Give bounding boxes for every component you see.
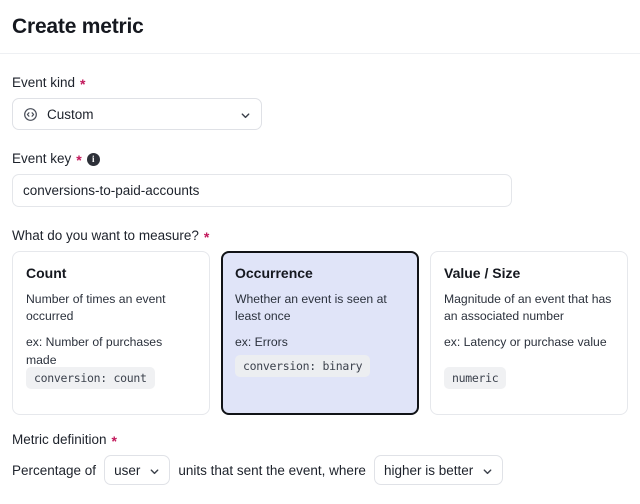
- measure-option-cards: Count Number of times an event occurred …: [12, 251, 628, 415]
- info-icon[interactable]: i: [86, 152, 100, 166]
- event-kind-value: Custom: [47, 106, 94, 122]
- event-key-input[interactable]: conversions-to-paid-accounts: [12, 174, 512, 207]
- card-chip: conversion: count: [26, 367, 155, 389]
- chevron-down-icon: [240, 109, 251, 120]
- metric-definition-label-text: Metric definition: [12, 432, 107, 448]
- analysis-unit-select[interactable]: user: [104, 455, 171, 485]
- form-body: Event kind * Custom Event key * i conver…: [0, 54, 640, 485]
- card-description: Whether an event is seen at least once: [235, 291, 387, 324]
- measure-required-mark: *: [203, 229, 210, 245]
- metric-definition-prefix: Percentage of: [12, 462, 97, 478]
- card-chip: conversion: binary: [235, 355, 371, 377]
- chevron-down-icon: [482, 465, 493, 476]
- card-chip: numeric: [444, 367, 507, 389]
- event-kind-label-text: Event kind: [12, 75, 76, 91]
- direction-value: higher is better: [383, 462, 474, 478]
- card-title: Occurrence: [235, 265, 313, 281]
- measure-card-occurrence[interactable]: Occurrence Whether an event is seen at l…: [221, 251, 419, 415]
- card-title: Count: [26, 265, 67, 281]
- measure-label-text: What do you want to measure?: [12, 228, 199, 244]
- measure-card-count[interactable]: Count Number of times an event occurred …: [12, 251, 210, 415]
- measure-label: What do you want to measure? *: [12, 228, 628, 245]
- metric-definition-required-mark: *: [111, 433, 117, 449]
- metric-definition-middle-text: units that sent the event, where: [178, 462, 366, 478]
- card-description: Magnitude of an event that has an associ…: [444, 291, 612, 324]
- event-key-value: conversions-to-paid-accounts: [23, 183, 200, 198]
- card-example: ex: Latency or purchase value: [444, 335, 607, 350]
- card-title: Value / Size: [444, 265, 521, 281]
- card-example: ex: Number of purchases made: [26, 335, 163, 367]
- event-key-label: Event key * i: [12, 151, 628, 168]
- page-title: Create metric: [12, 14, 144, 38]
- event-kind-required-mark: *: [80, 76, 86, 92]
- event-kind-label: Event kind *: [12, 75, 628, 92]
- event-key-required-mark: *: [76, 152, 82, 168]
- chevron-down-icon: [149, 465, 160, 476]
- measure-card-value-size[interactable]: Value / Size Magnitude of an event that …: [430, 251, 628, 415]
- code-circle-icon: [23, 107, 38, 122]
- create-metric-page: Create metric Event kind * Custom Event …: [0, 0, 640, 504]
- page-header: Create metric: [0, 0, 640, 54]
- event-key-label-text: Event key: [12, 151, 72, 167]
- metric-definition-row: Percentage of user units that sent the e…: [12, 455, 628, 485]
- direction-select[interactable]: higher is better: [373, 455, 504, 485]
- card-example: ex: Errors: [235, 335, 288, 350]
- metric-definition-label: Metric definition *: [12, 432, 628, 449]
- analysis-unit-value: user: [114, 462, 141, 478]
- card-description: Number of times an event occurred: [26, 291, 166, 324]
- event-kind-select[interactable]: Custom: [12, 98, 262, 130]
